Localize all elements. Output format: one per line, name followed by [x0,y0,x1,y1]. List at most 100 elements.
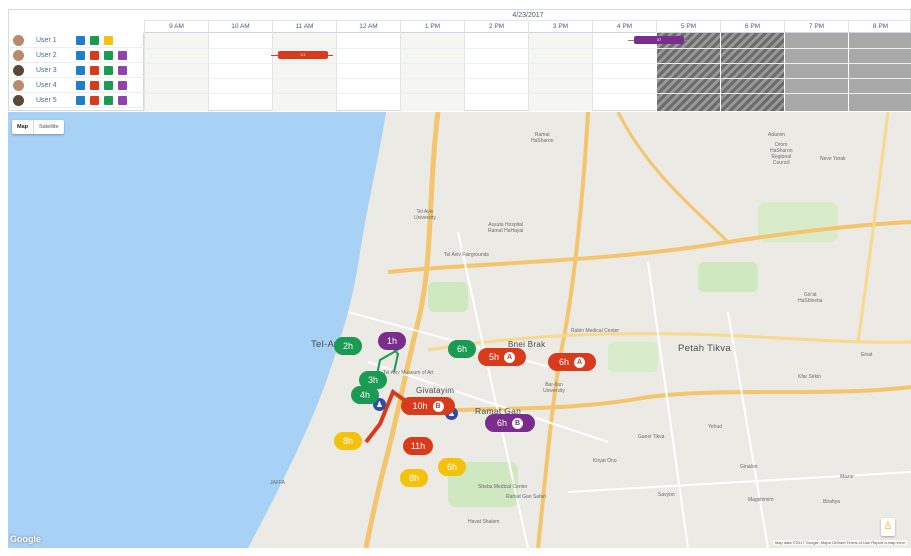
stop-pin[interactable]: 4h [351,386,379,404]
stop-pin[interactable]: 6h B [485,414,535,432]
place-label: Kiryat Ono [593,458,617,464]
place-label: Yehud [708,424,722,430]
user-row[interactable]: User 4 [9,78,144,93]
vehicle-swatch[interactable] [104,66,113,75]
pin-tag: A [504,352,515,363]
hour-column [336,33,400,111]
place-label: Giv'at HaShlosha [798,292,823,304]
hour-label: 5 PM [656,21,720,33]
place-label: Ramat Gan Safari [506,494,547,500]
hour-label: 6 PM [720,21,784,33]
pin-label: 6h [496,418,507,428]
pin-label: 10h [412,401,428,411]
user-name[interactable]: User 2 [36,48,57,63]
place-label: Rabin Medical Center [571,328,620,334]
stop-pin[interactable]: 1h [378,332,406,350]
hour-label: 12 AM [336,21,400,33]
vehicle-swatch[interactable] [104,81,113,90]
vehicle-swatch[interactable] [76,36,85,45]
park [428,282,468,312]
vehicle-swatch[interactable] [76,96,85,105]
hour-label: 7 PM [784,21,848,33]
vehicle-swatch[interactable] [118,96,127,105]
place-label: Ramat HaSharon [531,132,554,144]
hour-column [272,33,336,111]
highway [387,220,911,274]
vehicle-swatch[interactable] [90,81,99,90]
vehicle-swatch[interactable] [76,51,85,60]
vehicle-swatch[interactable] [90,36,99,45]
google-logo: Google [10,534,41,544]
schedule-event[interactable]: 37 [634,36,684,44]
timeline-grid[interactable]: 37 C1 [144,33,911,111]
vehicle-swatch[interactable] [118,81,127,90]
user-name[interactable]: User 1 [36,33,57,48]
stop-pin[interactable]: 11h [403,437,433,455]
unavailable-block [656,33,720,111]
map-attribution[interactable]: Map data ©2017 Google, Mapa GISrael Term… [772,540,907,545]
place-label: Havat Shalem [468,519,500,525]
map-type-map-button[interactable]: Map [12,120,33,134]
stop-pin[interactable]: 6h [438,458,466,476]
vehicle-swatch[interactable] [76,81,85,90]
stop-pin[interactable]: 8h [334,432,362,450]
row-divider [144,48,911,49]
user-row[interactable]: User 2 [9,48,144,63]
stop-pin[interactable]: 2h [334,337,362,355]
user-row[interactable]: User 1 [9,33,144,48]
road [647,261,689,548]
user-name[interactable]: User 5 [36,93,57,108]
users-list: User 1 User 2 User 3 User 4 User 5 [9,33,144,111]
avatar [13,65,24,76]
vehicle-swatch[interactable] [90,66,99,75]
vehicle-swatch[interactable] [104,36,113,45]
schedule-event[interactable]: C1 [278,51,328,59]
user-row[interactable]: User 3 [9,63,144,78]
hour-column [400,33,464,111]
user-name[interactable]: User 4 [36,78,57,93]
unavailable-block [720,33,784,111]
highway [616,112,730,244]
stop-pin[interactable]: 6h [448,340,476,358]
stop-pin[interactable]: 5h A [478,348,526,366]
off-hours-block [784,33,848,111]
off-hours-block [848,33,911,111]
place-label: Birahya [823,499,840,505]
map-type-toggle[interactable]: Map Satellite [12,120,64,134]
vehicle-swatch[interactable] [104,96,113,105]
city-label: Givatayim [416,386,455,395]
street-view-pegman-icon[interactable]: ♙ [881,518,895,536]
pin-tag: A [574,357,585,368]
stop-pin[interactable]: 10h B [401,397,455,415]
place-label: Tel Aviv Museum of Art [383,370,434,376]
road [727,311,769,548]
vehicle-swatch[interactable] [118,51,127,60]
user-name[interactable]: User 3 [36,63,57,78]
place-label: Bar-Ilan University [543,382,565,394]
place-label: Sheba Medical Center [478,484,528,490]
user-row[interactable]: User 5 [9,93,144,108]
row-divider [144,63,911,64]
place-label: Adanim [768,132,785,138]
stop-pin[interactable]: 8h [400,469,428,487]
map-type-satellite-button[interactable]: Satellite [33,120,64,134]
vehicle-swatch[interactable] [90,51,99,60]
hour-column [144,33,208,111]
place-label: Savyon [658,492,675,498]
hour-label: 10 AM [208,21,272,33]
place-label: Mazor [840,474,854,480]
avatar [13,35,24,46]
vehicle-swatch[interactable] [104,51,113,60]
pin-tag: B [432,401,444,412]
park [608,342,658,372]
vehicle-swatch[interactable] [90,96,99,105]
hour-column [208,33,272,111]
vehicle-swatch[interactable] [118,66,127,75]
place-label: Magshimim [748,497,774,503]
stop-pin[interactable]: 6h A [548,353,596,371]
place-label: Ganei Tikva [638,434,665,440]
pin-tag: B [512,418,523,429]
map-view[interactable]: Map Satellite Ramat HaSharon Adanim Drom… [8,112,911,548]
place-label: Drom HaSharon Regional Council [770,142,793,166]
vehicle-swatch[interactable] [76,66,85,75]
